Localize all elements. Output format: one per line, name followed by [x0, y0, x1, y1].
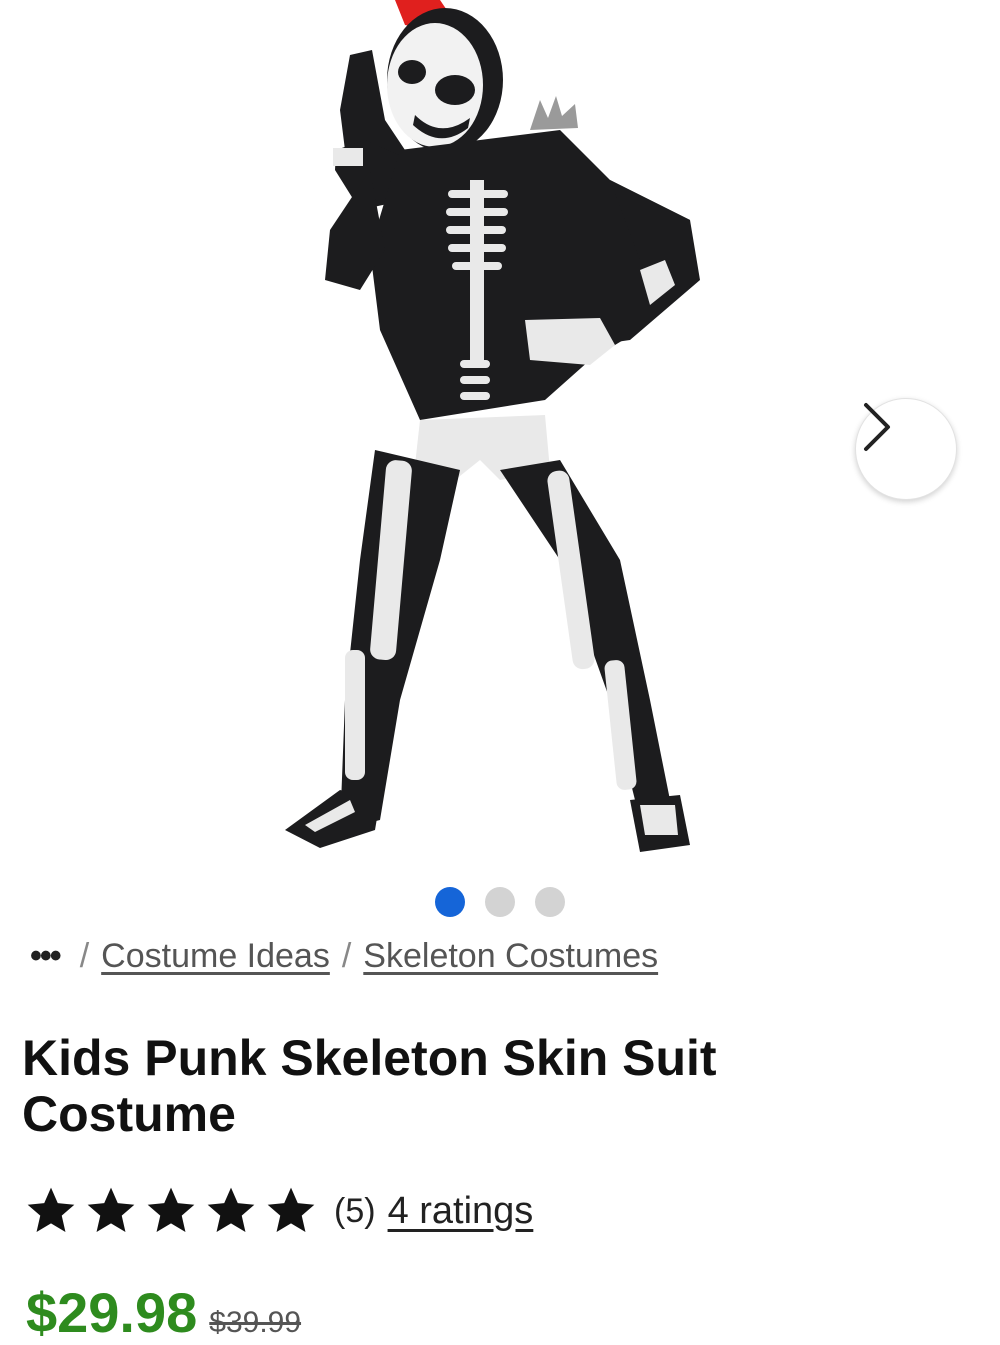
costume-illustration: [285, 0, 700, 852]
product-image[interactable]: [0, 0, 1000, 870]
carousel-dot-3[interactable]: [535, 887, 565, 917]
product-rating: (5) 4 ratings: [22, 1183, 533, 1239]
ratings-link[interactable]: 4 ratings: [388, 1190, 534, 1233]
star-rating[interactable]: [22, 1183, 320, 1239]
carousel-dot-2[interactable]: [485, 887, 515, 917]
star-icon: [267, 1187, 315, 1232]
original-price: $39.99: [209, 1306, 302, 1339]
star-icon: [147, 1187, 195, 1232]
carousel-dots: [0, 887, 1000, 917]
chevron-right-icon: [864, 403, 890, 451]
breadcrumb-link-skeleton-costumes[interactable]: Skeleton Costumes: [363, 937, 658, 976]
sale-price: $29.98: [26, 1281, 198, 1344]
star-icon: [27, 1187, 75, 1232]
product-title: Kids Punk Skeleton Skin Suit Costume: [22, 1030, 717, 1142]
star-icon: [87, 1187, 135, 1232]
breadcrumb-link-costume-ideas[interactable]: Costume Ideas: [101, 937, 330, 976]
star-icon: [207, 1187, 255, 1232]
breadcrumb-more-button[interactable]: •••: [30, 937, 62, 976]
carousel-dot-1[interactable]: [435, 887, 465, 917]
breadcrumb: ••• / Costume Ideas / Skeleton Costumes: [30, 937, 658, 976]
rating-count: (5): [334, 1191, 376, 1230]
next-image-button[interactable]: [855, 398, 957, 500]
breadcrumb-separator: /: [79, 937, 90, 975]
price-row: $29.98 $39.99: [26, 1280, 301, 1345]
breadcrumb-separator: /: [341, 937, 352, 975]
